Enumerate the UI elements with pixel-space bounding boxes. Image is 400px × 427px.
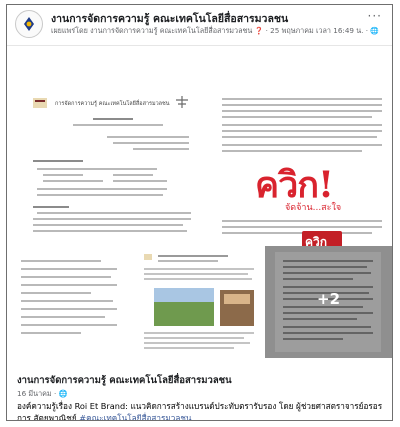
caption-title[interactable]: งานการจัดการความรู้ คณะเทคโนโลยีสื่อสารม… [17, 373, 232, 388]
quick-poster: ควิก! จัดจ้าน...สะใจ [255, 156, 355, 214]
caption-date: 16 มีนาคม · 🌐 [17, 389, 68, 398]
caption-text: องค์ความรู้เรื่อง Roi Et Brand: แนวคิดกา… [17, 400, 385, 421]
university-logo-icon [33, 98, 47, 108]
facebook-post-card: งานการจัดการความรู้ คณะเทคโนโลยีสื่อสารม… [6, 4, 393, 421]
help-icon[interactable]: ❓ [255, 27, 264, 35]
document-page-left: การจัดการความรู้ คณะเทคโนโลยีสื่อสารมวลช… [33, 96, 193, 264]
thumbnail-2[interactable] [136, 246, 263, 358]
globe-icon: 🌐 [58, 389, 68, 398]
document-title: การจัดการความรู้ คณะเทคโนโลยีสื่อสารมวลช… [55, 101, 170, 107]
poster-subline: จัดจ้าน...สะใจ [285, 203, 342, 213]
logo-icon [24, 17, 34, 31]
main-photo[interactable]: การจัดการความรู้ คณะเทคโนโลยีสื่อสารมวลช… [7, 45, 392, 264]
photo-thumbnails: +2 [7, 246, 392, 358]
more-options-button[interactable]: ··· [368, 9, 382, 23]
more-photos-count[interactable]: +2 [317, 290, 340, 308]
emblem-icon [176, 96, 188, 108]
thumbnail-1[interactable] [7, 246, 134, 358]
post-caption: งานการจัดการความรู้ คณะเทคโนโลยีสื่อสารม… [7, 360, 392, 421]
shared-by-text[interactable]: เผยแพร่โดย งานการจัดการความรู้ คณะเทคโนโ… [51, 26, 252, 35]
post-header: งานการจัดการความรู้ คณะเทคโนโลยีสื่อสารม… [7, 5, 392, 45]
document-with-photos-icon [144, 254, 254, 349]
hashtag-link[interactable]: #คณะเทคโนโลยีสื่อสารมวลชน [79, 413, 191, 420]
caption-body: องค์ความรู้เรื่อง Roi Et Brand: แนวคิดกา… [17, 401, 383, 421]
globe-icon: 🌐 [370, 27, 380, 35]
post-meta: เผยแพร่โดย งานการจัดการความรู้ คณะเทคโนโ… [51, 26, 380, 35]
page-avatar[interactable] [15, 10, 43, 38]
thumbnail-3-more[interactable]: +2 [265, 246, 392, 358]
caption-date-text[interactable]: 16 มีนาคม [17, 389, 52, 398]
page-name[interactable]: งานการจัดการความรู้ คณะเทคโนโลยีสื่อสารม… [51, 10, 288, 27]
post-timestamp[interactable]: 25 พฤษภาคม เวลา 16:49 น. [270, 26, 363, 35]
